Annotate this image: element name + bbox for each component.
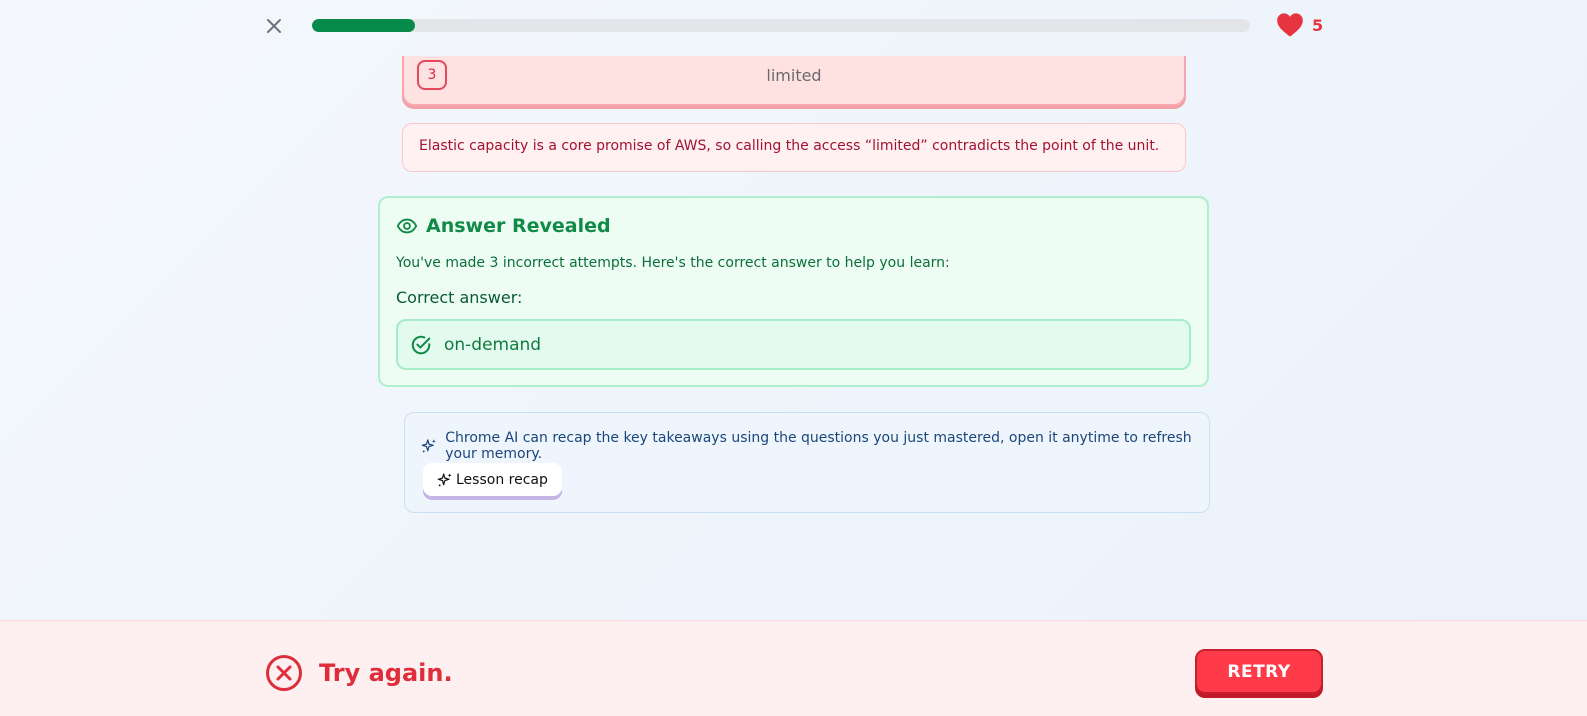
lesson-progress-fill [312, 19, 416, 32]
answer-revealed-header: Answer Revealed [396, 215, 611, 237]
result-status-text: Try again. [319, 659, 453, 687]
incorrect-feedback: Elastic capacity is a core promise of AW… [402, 123, 1186, 172]
result-status: Try again. [265, 654, 453, 692]
retry-button[interactable]: RETRY [1195, 649, 1323, 694]
answer-revealed-description: You've made 3 incorrect attempts. Here's… [396, 255, 950, 271]
heart-icon [1277, 13, 1303, 37]
ai-recap-card: Chrome AI can recap the key takeaways us… [404, 412, 1210, 513]
ai-recap-message: Chrome AI can recap the key takeaways us… [421, 430, 1209, 462]
option-text: limited [766, 66, 822, 85]
close-button[interactable] [262, 14, 286, 38]
result-footer: Try again. RETRY [0, 620, 1587, 716]
lesson-progress-bar [312, 19, 1250, 32]
x-circle-icon [266, 655, 302, 691]
feedback-text: Elastic capacity is a core promise of AW… [419, 138, 1160, 154]
close-icon [267, 19, 281, 33]
hearts-count: 5 [1312, 15, 1324, 35]
hearts-counter: 5 [1276, 12, 1323, 38]
lesson-recap-button[interactable]: Lesson recap [423, 463, 562, 496]
top-bar: 5 [0, 0, 1587, 56]
correct-answer-label: Correct answer: [396, 288, 523, 307]
lesson-recap-label: Lesson recap [456, 471, 548, 488]
answer-revealed-title: Answer Revealed [426, 215, 611, 237]
correct-answer-text: on-demand [444, 334, 542, 355]
check-circle-icon [411, 335, 431, 354]
sparkles-icon [437, 472, 452, 486]
correct-answer-box: on-demand [396, 319, 1191, 370]
sparkles-icon [421, 439, 436, 453]
answer-revealed-panel: Answer Revealed You've made 3 incorrect … [378, 196, 1209, 387]
selected-option-card[interactable]: 3 limited [402, 56, 1186, 106]
ai-recap-text: Chrome AI can recap the key takeaways us… [445, 430, 1192, 462]
eye-icon [396, 218, 418, 234]
